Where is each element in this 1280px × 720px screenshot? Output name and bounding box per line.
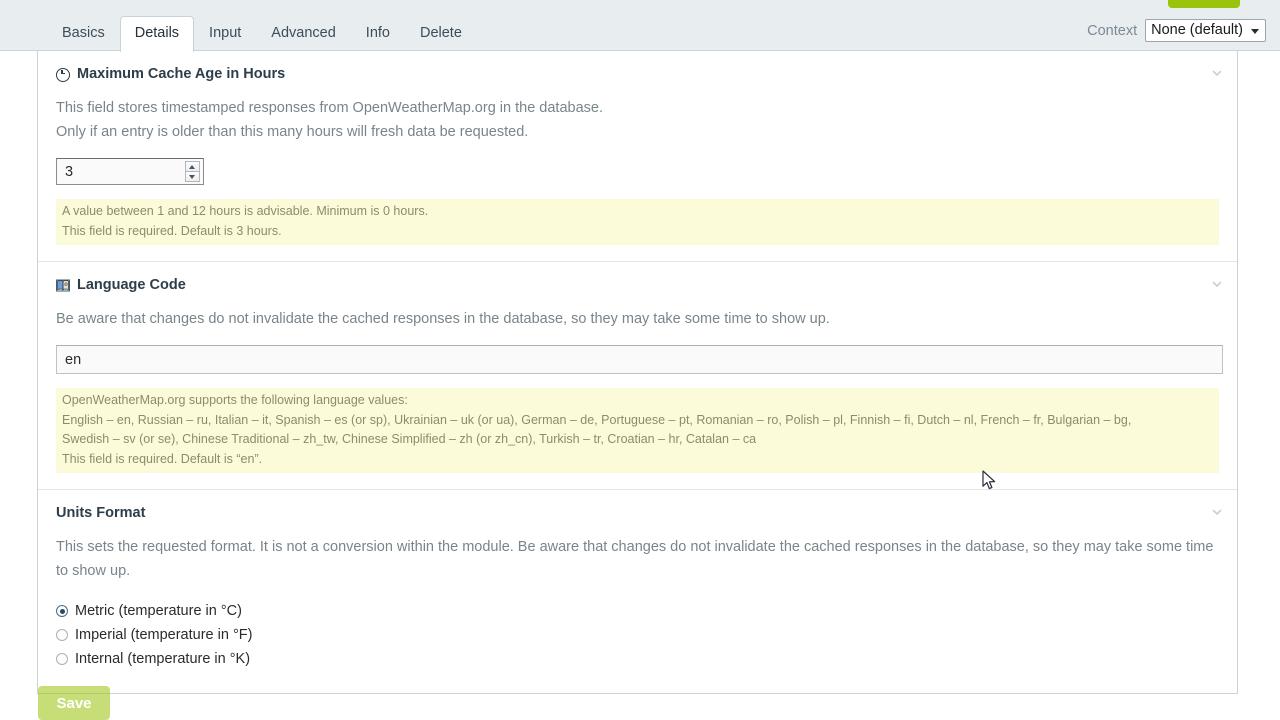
tab-basics[interactable]: Basics [47, 16, 120, 51]
top-save-button-clipped[interactable] [1168, 0, 1240, 8]
tab-input[interactable]: Input [194, 16, 256, 51]
cache-age-input-wrapper[interactable] [56, 158, 204, 185]
language-note-line-3: Swedish – sv (or se), Chinese Traditiona… [62, 432, 757, 446]
radio-row-internal[interactable]: Internal (temperature in °K) [56, 647, 1219, 671]
language-note-line-4: This field is required. Default is “en”. [62, 451, 263, 466]
field-heading-units-format: Units Format [56, 504, 1219, 523]
field-maximum-cache-age: Maximum Cache Age in Hours This field st… [38, 51, 1237, 262]
radio-metric[interactable] [56, 605, 68, 617]
field-description-language-code: Be aware that changes do not invalidate … [56, 311, 830, 327]
field-heading-cache-age: Maximum Cache Age in Hours [56, 65, 1219, 84]
field-units-format: Units Format This sets the requested for… [38, 490, 1237, 693]
tab-delete[interactable]: Delete [405, 16, 477, 51]
radio-label-internal: Internal (temperature in °K) [75, 650, 251, 667]
cache-age-input[interactable] [57, 159, 203, 184]
cache-age-spinner[interactable] [185, 161, 200, 182]
tab-advanced[interactable]: Advanced [256, 16, 351, 51]
field-description-units-format: This sets the requested format. It is no… [56, 539, 1214, 579]
language-code-help-note: OpenWeatherMap.org supports the followin… [56, 388, 1219, 473]
language-note-line-2: English – en, Russian – ru, Italian – it… [62, 412, 1132, 427]
collapse-chevron-language-code[interactable] [1211, 278, 1223, 290]
cache-age-help-note: A value between 1 and 12 hours is advisa… [56, 199, 1219, 245]
spinner-down-icon[interactable] [185, 171, 200, 182]
radio-label-imperial: Imperial (temperature in °F) [75, 626, 253, 643]
cache-note-line-2: This field is required. Default is 3 hou… [62, 223, 282, 238]
language-note-line-1: OpenWeatherMap.org supports the followin… [62, 393, 408, 407]
field-description-cache-age: This field stores timestamped responses … [56, 96, 1219, 144]
collapse-chevron-cache-age[interactable] [1211, 67, 1223, 79]
context-selector: Context None (default) [1087, 19, 1266, 42]
tab-info[interactable]: Info [351, 16, 405, 51]
language-code-input[interactable] [56, 345, 1223, 374]
radio-row-imperial[interactable]: Imperial (temperature in °F) [56, 623, 1219, 647]
radio-internal[interactable] [56, 653, 68, 665]
tab-bar: Basics Details Input Advanced Info Delet… [0, 0, 1280, 52]
details-form-panel: Maximum Cache Age in Hours This field st… [37, 51, 1238, 694]
context-dropdown[interactable]: None (default) [1145, 19, 1266, 42]
radio-label-metric: Metric (temperature in °C) [75, 602, 242, 619]
tab-details[interactable]: Details [119, 16, 195, 52]
cache-desc-line-1: This field stores timestamped responses … [56, 100, 603, 116]
context-dropdown-value: None (default) [1151, 22, 1243, 38]
chevron-down-icon [1251, 28, 1259, 34]
cache-desc-line-2: Only if an entry is older than this many… [56, 124, 529, 140]
radio-row-metric[interactable]: Metric (temperature in °C) [56, 599, 1219, 623]
field-language-code: Language Code Be aware that changes do n… [38, 262, 1237, 490]
radio-imperial[interactable] [56, 629, 68, 641]
tab-list: Basics Details Input Advanced Info Delet… [47, 16, 477, 52]
context-label: Context [1087, 22, 1138, 39]
field-title-cache-age: Maximum Cache Age in Hours [77, 66, 286, 82]
units-format-radio-group: Metric (temperature in °C) Imperial (tem… [56, 599, 1219, 671]
spinner-up-icon[interactable] [185, 161, 200, 171]
language-book-icon [56, 279, 70, 292]
clock-icon [56, 67, 70, 82]
save-button[interactable]: Save [38, 686, 110, 720]
field-title-language-code: Language Code [77, 277, 186, 293]
cache-note-line-1: A value between 1 and 12 hours is advisa… [62, 204, 429, 218]
field-title-units-format: Units Format [56, 505, 146, 521]
collapse-chevron-units-format[interactable] [1211, 506, 1223, 518]
field-heading-language-code: Language Code [56, 276, 1219, 295]
